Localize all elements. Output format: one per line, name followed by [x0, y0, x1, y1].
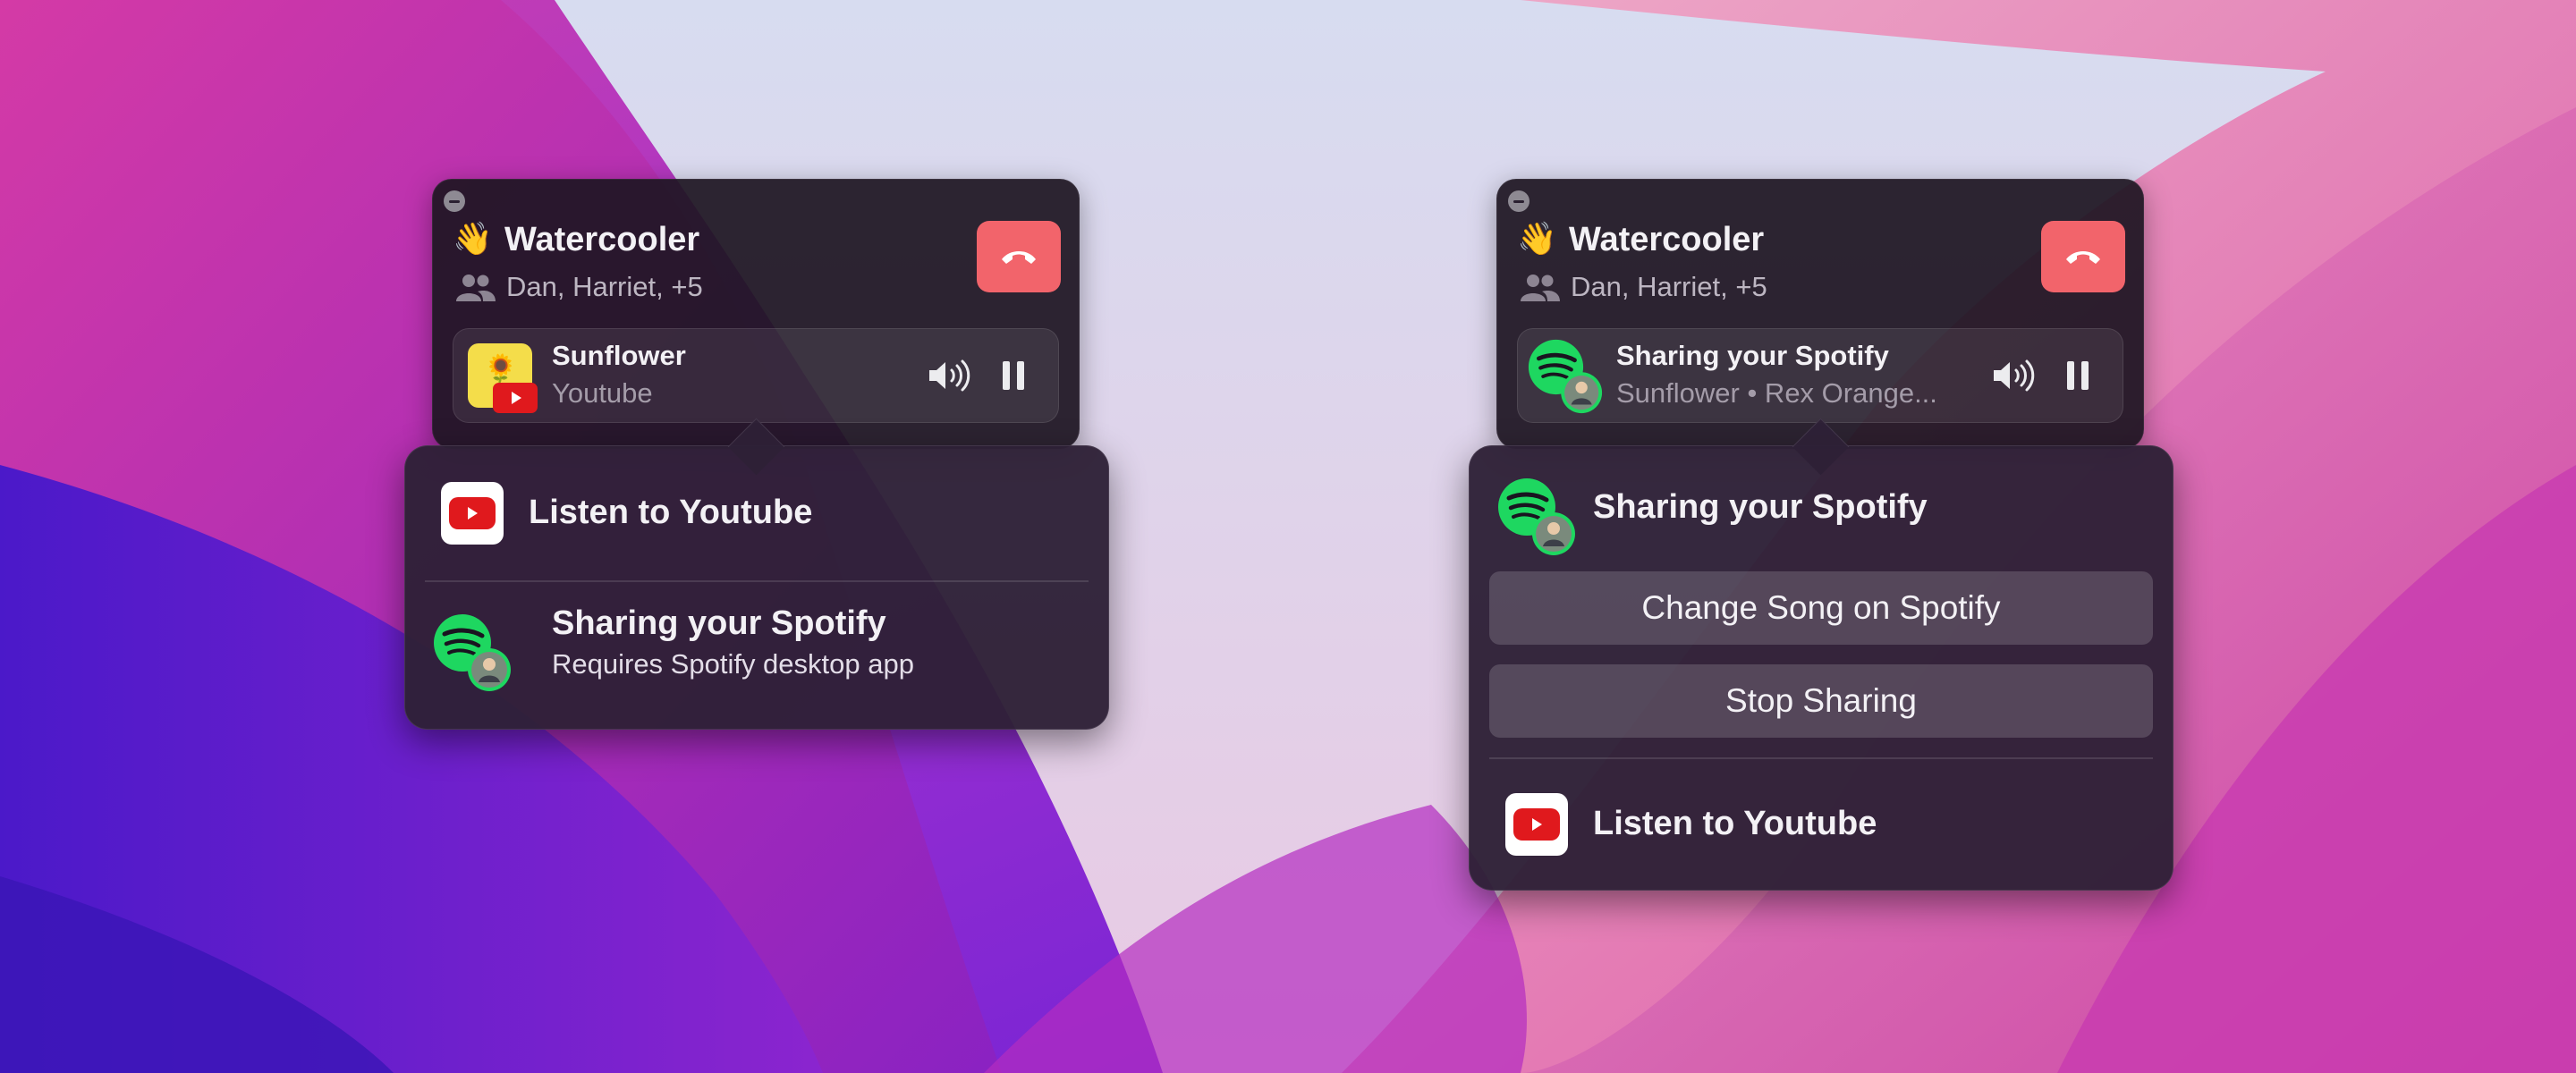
spotify-sharing-header: Sharing your Spotify	[1470, 446, 2173, 568]
audio-source-menu: Listen to Youtube Sharing your Spotify R…	[404, 418, 1109, 730]
spotify-share-icon	[1498, 478, 1575, 555]
change-song-button[interactable]: Change Song on Spotify	[1489, 571, 2153, 645]
participants-list[interactable]: Dan, Harriet, +5	[506, 268, 703, 306]
now-playing-bar[interactable]: Sharing your Spotify Sunflower • Rex Ora…	[1517, 328, 2123, 423]
call-window: 👋 Watercooler Dan, Harriet, +5 Sharing y…	[1496, 179, 2144, 449]
track-title: Sharing your Spotify	[1616, 340, 1889, 371]
spotify-option-title: Sharing your Spotify	[552, 604, 886, 642]
wave-emoji: 👋	[1517, 220, 1557, 257]
stop-sharing-button[interactable]: Stop Sharing	[1489, 664, 2153, 738]
minimize-button[interactable]	[1508, 190, 1530, 212]
right-call-panel: 👋 Watercooler Dan, Harriet, +5 Sharing y…	[1064, 0, 2352, 1073]
youtube-option-label: Listen to Youtube	[1593, 805, 1877, 842]
track-thumbnail: 🌻	[468, 343, 538, 413]
phone-hangup-icon	[1002, 251, 1036, 264]
spotify-share-icon	[434, 614, 511, 691]
people-icon	[1521, 275, 1560, 301]
track-source: Youtube	[552, 377, 653, 409]
pause-button[interactable]	[2065, 361, 2090, 390]
call-window: 👋 Watercooler Dan, Harriet, +5 🌻 Sunflow…	[432, 179, 1080, 449]
hang-up-button[interactable]	[977, 221, 1061, 292]
pause-button[interactable]	[1001, 361, 1026, 390]
youtube-badge-icon	[493, 383, 538, 413]
participants-list[interactable]: Dan, Harriet, +5	[1571, 268, 1767, 306]
audio-source-menu: Sharing your Spotify Change Song on Spot…	[1469, 418, 2174, 891]
people-icon	[456, 275, 496, 301]
track-title: Sunflower	[552, 340, 686, 371]
volume-icon[interactable]	[928, 358, 974, 393]
minimize-button[interactable]	[444, 190, 465, 212]
spotify-sharing-title: Sharing your Spotify	[1593, 488, 1928, 526]
phone-hangup-icon	[2066, 251, 2100, 264]
youtube-icon	[441, 482, 504, 545]
now-playing-bar[interactable]: 🌻 Sunflower Youtube	[453, 328, 1059, 423]
listen-youtube-option[interactable]: Listen to Youtube	[1470, 759, 2173, 890]
volume-icon[interactable]	[1992, 358, 2038, 393]
youtube-option-label: Listen to Youtube	[529, 494, 813, 531]
youtube-icon	[1505, 793, 1568, 856]
listen-youtube-option[interactable]: Listen to Youtube	[405, 446, 1108, 580]
sunflower-icon: 🌻	[484, 354, 518, 384]
hang-up-button[interactable]	[2041, 221, 2125, 292]
share-spotify-option[interactable]: Sharing your Spotify Requires Spotify de…	[405, 580, 1108, 729]
room-title: Watercooler	[504, 221, 700, 258]
spotify-share-icon	[1528, 339, 1603, 414]
spotify-option-subtitle: Requires Spotify desktop app	[552, 648, 914, 680]
wave-emoji: 👋	[453, 220, 493, 257]
track-source: Sunflower • Rex Orange...	[1616, 377, 1937, 409]
room-title: Watercooler	[1569, 221, 1765, 258]
